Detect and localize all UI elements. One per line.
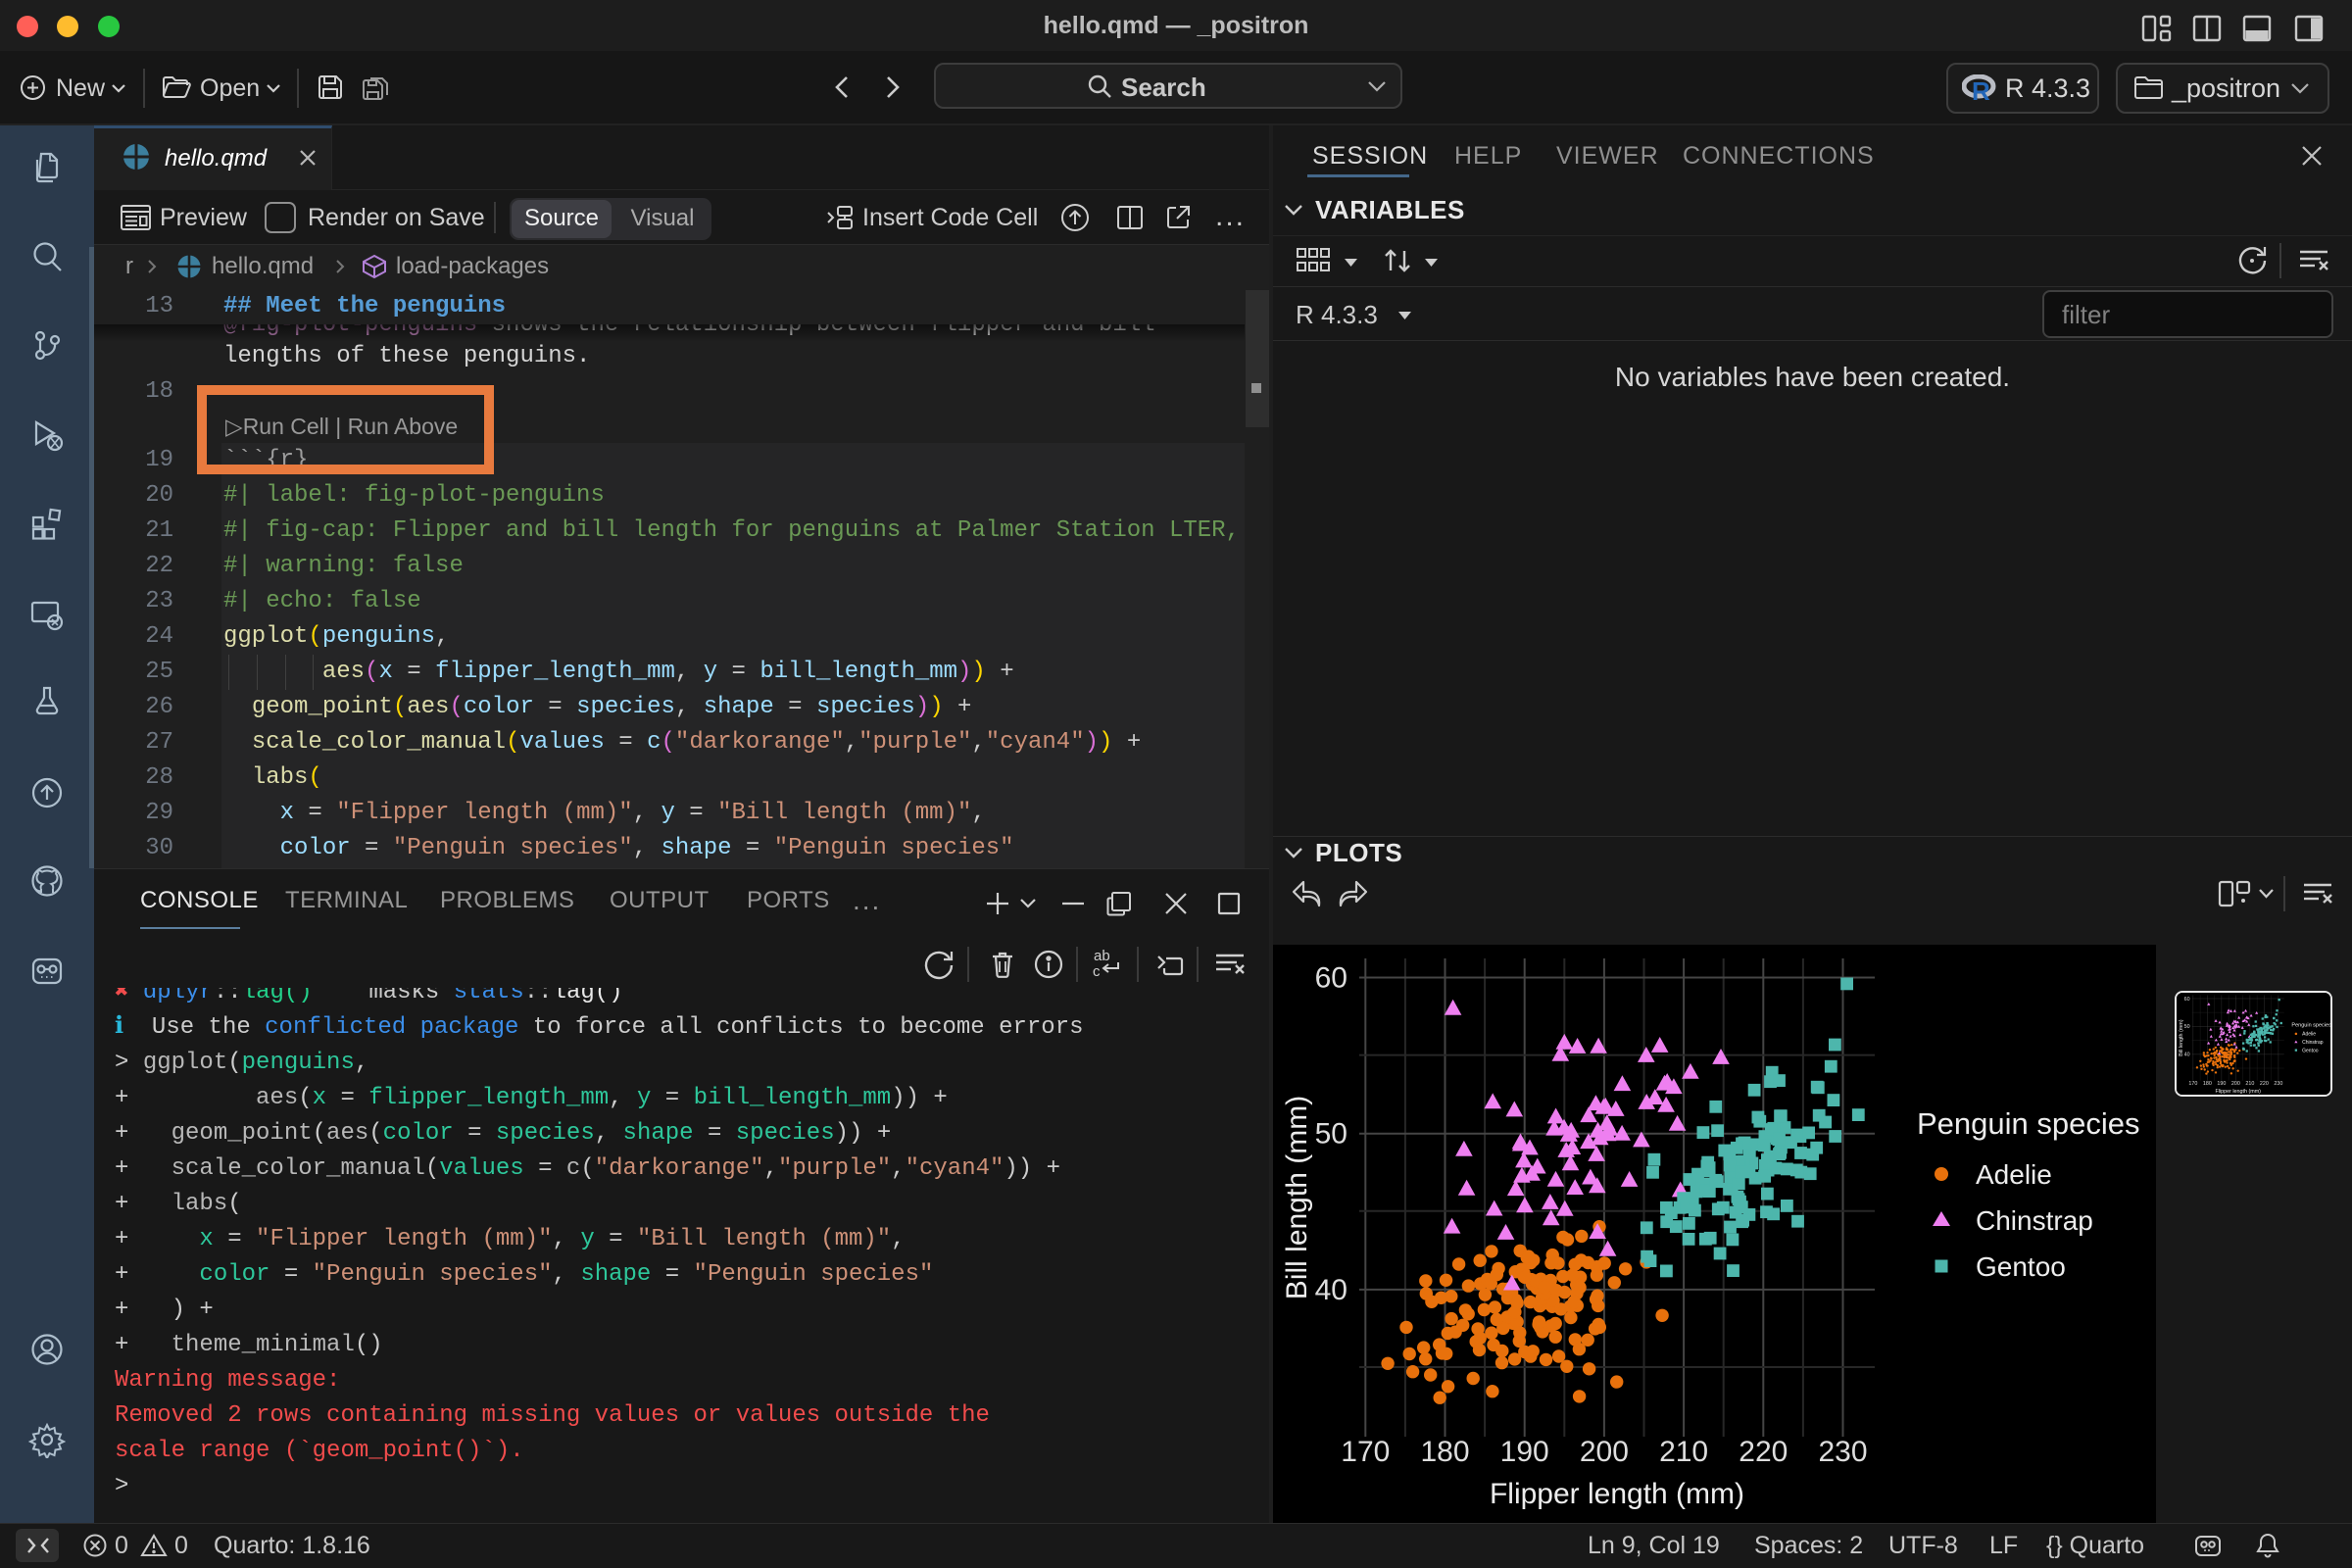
svg-text:190: 190 [2217,1081,2226,1087]
svg-text:210: 210 [1659,1436,1708,1468]
svg-text:Bill length (mm): Bill length (mm) [1281,1096,1313,1299]
svg-text:50: 50 [1315,1118,1348,1151]
svg-text:50: 50 [2184,1024,2190,1030]
svg-text:Penguin species: Penguin species [2291,1022,2331,1028]
svg-text:Chinstrap: Chinstrap [2302,1040,2324,1046]
svg-text:60: 60 [1315,962,1348,995]
svg-text:40: 40 [1315,1274,1348,1306]
svg-text:220: 220 [1739,1436,1788,1468]
svg-text:Flipper length (mm): Flipper length (mm) [2215,1089,2261,1095]
svg-text:230: 230 [2274,1081,2282,1087]
svg-text:Gentoo: Gentoo [1976,1251,2066,1282]
svg-text:40: 40 [2184,1053,2190,1058]
svg-text:Adelie: Adelie [1976,1159,2052,1190]
svg-text:Gentoo: Gentoo [2302,1048,2319,1054]
svg-text:200: 200 [1580,1436,1629,1468]
svg-text:Bill length (mm): Bill length (mm) [2179,1019,2184,1055]
svg-text:Penguin species: Penguin species [1917,1106,2140,1141]
svg-text:230: 230 [1818,1436,1867,1468]
svg-text:210: 210 [2245,1081,2254,1087]
svg-text:190: 190 [1500,1436,1549,1468]
svg-text:Flipper length (mm): Flipper length (mm) [1490,1478,1744,1510]
svg-text:180: 180 [2203,1081,2212,1087]
svg-text:170: 170 [2188,1081,2197,1087]
svg-text:c: c [1093,963,1101,980]
svg-text:170: 170 [1341,1436,1390,1468]
svg-text:220: 220 [2260,1081,2269,1087]
svg-text:180: 180 [1420,1436,1469,1468]
svg-text:60: 60 [2184,997,2190,1003]
svg-text:200: 200 [2231,1081,2240,1087]
svg-text:ab: ab [1094,948,1110,964]
svg-text:Adelie: Adelie [2302,1032,2316,1038]
svg-text:R: R [1972,76,1990,102]
svg-text:Chinstrap: Chinstrap [1976,1205,2093,1236]
